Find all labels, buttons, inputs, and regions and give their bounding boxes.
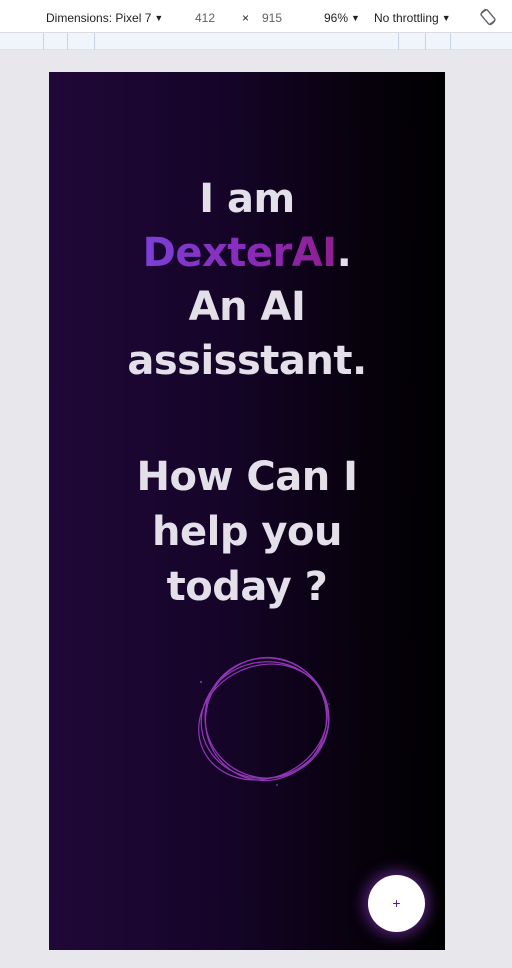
- zoom-dropdown[interactable]: 96% ▼: [324, 10, 360, 26]
- brand-name: DexterAI: [142, 230, 337, 276]
- zoom-label: 96%: [324, 11, 349, 25]
- hero-line-3: An AI: [188, 284, 306, 330]
- hero-heading: I am DexterAI. An AI assisstant.: [49, 172, 445, 388]
- chevron-down-icon: ▼: [154, 13, 164, 23]
- media-query-tick[interactable]: [450, 33, 451, 50]
- width-input[interactable]: 412: [195, 10, 215, 26]
- times-symbol: ×: [242, 11, 250, 25]
- media-query-tick[interactable]: [94, 33, 95, 50]
- media-query-tick[interactable]: [425, 33, 426, 50]
- brand-suffix: .: [336, 230, 352, 276]
- add-button[interactable]: +: [368, 875, 425, 932]
- throttling-label: No throttling: [374, 11, 439, 25]
- rotate-icon[interactable]: [478, 7, 498, 27]
- throttling-dropdown[interactable]: No throttling ▼: [374, 10, 451, 26]
- media-query-bar: [0, 33, 512, 50]
- device-dimensions-label: Dimensions: Pixel 7: [46, 11, 152, 25]
- question-line-3: today ?: [166, 564, 328, 610]
- device-viewport: I am DexterAI. An AI assisstant. How Can…: [49, 72, 445, 950]
- media-query-tick[interactable]: [43, 33, 44, 50]
- media-query-tick[interactable]: [398, 33, 399, 50]
- hero-line-1: I am: [199, 176, 295, 222]
- hero-line-4: assisstant.: [127, 338, 367, 384]
- device-toolbar: Dimensions: Pixel 7 ▼ 412 × 915 96% ▼ No t…: [0, 0, 512, 33]
- question-line-2: help you: [152, 509, 342, 555]
- hero-brand-line: DexterAI.: [49, 226, 445, 280]
- question-line-1: How Can I: [136, 454, 358, 500]
- chevron-down-icon: ▼: [441, 13, 451, 23]
- chevron-down-icon: ▼: [351, 13, 360, 23]
- height-input[interactable]: 915: [262, 10, 282, 26]
- scribble-circle-icon: [198, 656, 330, 786]
- media-query-tick[interactable]: [67, 33, 68, 50]
- device-dimensions-dropdown[interactable]: Dimensions: Pixel 7 ▼: [46, 10, 163, 26]
- question-heading: How Can I help you today ?: [49, 450, 445, 615]
